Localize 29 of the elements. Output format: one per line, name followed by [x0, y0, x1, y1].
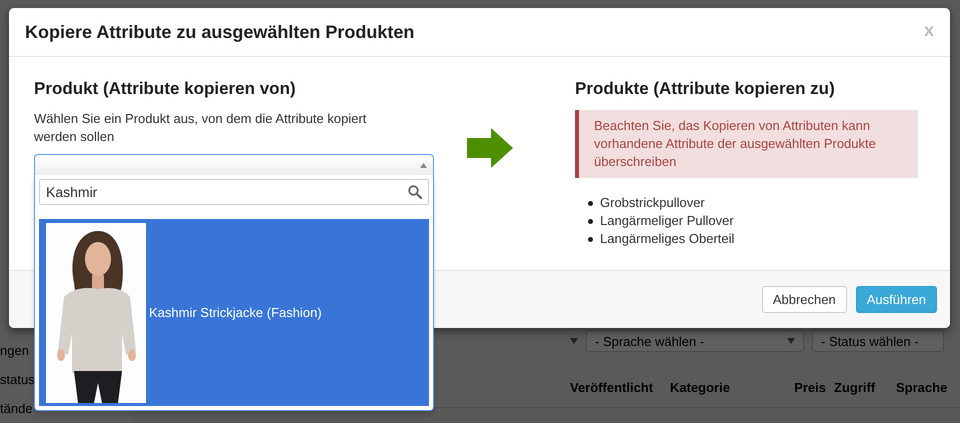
product-item: Grobstrickpullover [600, 194, 705, 212]
bullet-icon [588, 218, 593, 224]
bullet-icon [588, 200, 593, 206]
result-item[interactable]: Kashmir Strickjacke (Fashion) [39, 219, 429, 406]
instruction-text: Wählen Sie ein Produkt aus, von dem die Attribute kopiert werden sollen [34, 110, 368, 146]
column-header[interactable]: Kategorie [670, 380, 778, 394]
cancel-button[interactable]: Abbrechen [762, 286, 847, 313]
filter-select[interactable]: - Status wählen - [812, 330, 944, 352]
filter-select[interactable]: - Sprache wählen - [586, 330, 804, 352]
column-header[interactable]: Zugriff [834, 380, 896, 394]
execute-button[interactable]: Ausführen [856, 286, 937, 313]
warning-alert: Beachten Sie, das Kopieren von Attributen kann vorhandene Attribute der ausgewählten Produkte überschreiben [575, 110, 918, 178]
bullet-icon [588, 236, 593, 242]
product-select[interactable] [34, 154, 434, 176]
close-button[interactable]: x [924, 20, 934, 40]
arrow-icon [466, 128, 512, 168]
product-item: Langärmeliger Pullover [600, 212, 734, 230]
caret-icon [420, 162, 427, 168]
caret-icon [787, 338, 795, 344]
section-heading: Produkt (Attribute kopieren von) [34, 79, 297, 99]
product-item: Langärmeliges Oberteil [600, 230, 734, 248]
column-header[interactable]: Veröffentlicht [570, 380, 670, 394]
dialog-title: Kopiere Attribute zu ausgewählten Produkten [25, 22, 414, 42]
column-header[interactable]: Preis [786, 380, 834, 394]
search-field[interactable]: Kashmir [39, 179, 429, 205]
caret-icon[interactable] [570, 338, 578, 344]
column-header[interactable]: Sprache [896, 380, 952, 394]
section-heading: Produkte (Attribute kopieren zu) [575, 79, 836, 99]
search-icon [408, 185, 422, 199]
